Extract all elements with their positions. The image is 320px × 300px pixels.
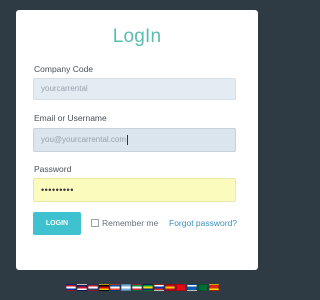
flag-icon[interactable]	[208, 284, 219, 291]
page-title: LogIn	[112, 26, 162, 47]
password-label: Password	[34, 164, 72, 174]
flag-icon[interactable]	[186, 284, 197, 291]
flag-icon[interactable]	[65, 284, 76, 291]
remember-me-label: Remember me	[102, 218, 159, 228]
flag-icon[interactable]	[109, 284, 120, 291]
email-placeholder: you@yourcarrental.com	[41, 135, 127, 144]
flag-icon[interactable]	[87, 284, 98, 291]
password-input[interactable]: •••••••••	[33, 178, 236, 202]
flag-icon[interactable]	[153, 284, 164, 291]
flag-icon[interactable]	[197, 284, 208, 291]
company-code-label: Company Code	[34, 64, 94, 74]
email-label: Email or Username	[34, 113, 107, 123]
remember-me-checkbox[interactable]	[91, 219, 99, 227]
flag-icon[interactable]	[98, 284, 109, 291]
email-input[interactable]: you@yourcarrental.com	[33, 128, 236, 152]
flag-icon[interactable]	[164, 284, 175, 291]
flag-icon[interactable]	[131, 284, 142, 291]
forgot-password-link[interactable]: Forgot password?	[169, 218, 237, 228]
flag-icon[interactable]	[76, 284, 87, 291]
language-selector	[0, 284, 284, 291]
company-code-placeholder: yourcarrental	[41, 84, 88, 93]
flag-icon[interactable]	[175, 284, 186, 291]
company-code-input[interactable]: yourcarrental	[33, 78, 236, 100]
password-value: •••••••••	[41, 185, 74, 195]
remember-me-toggle[interactable]: Remember me	[91, 218, 158, 228]
text-caret	[127, 134, 129, 145]
login-card: LogIn Company Code yourcarrental Email o…	[16, 10, 258, 270]
flag-icon[interactable]	[120, 284, 131, 291]
login-button[interactable]: LOGIN	[33, 212, 81, 235]
flag-icon[interactable]	[142, 284, 153, 291]
